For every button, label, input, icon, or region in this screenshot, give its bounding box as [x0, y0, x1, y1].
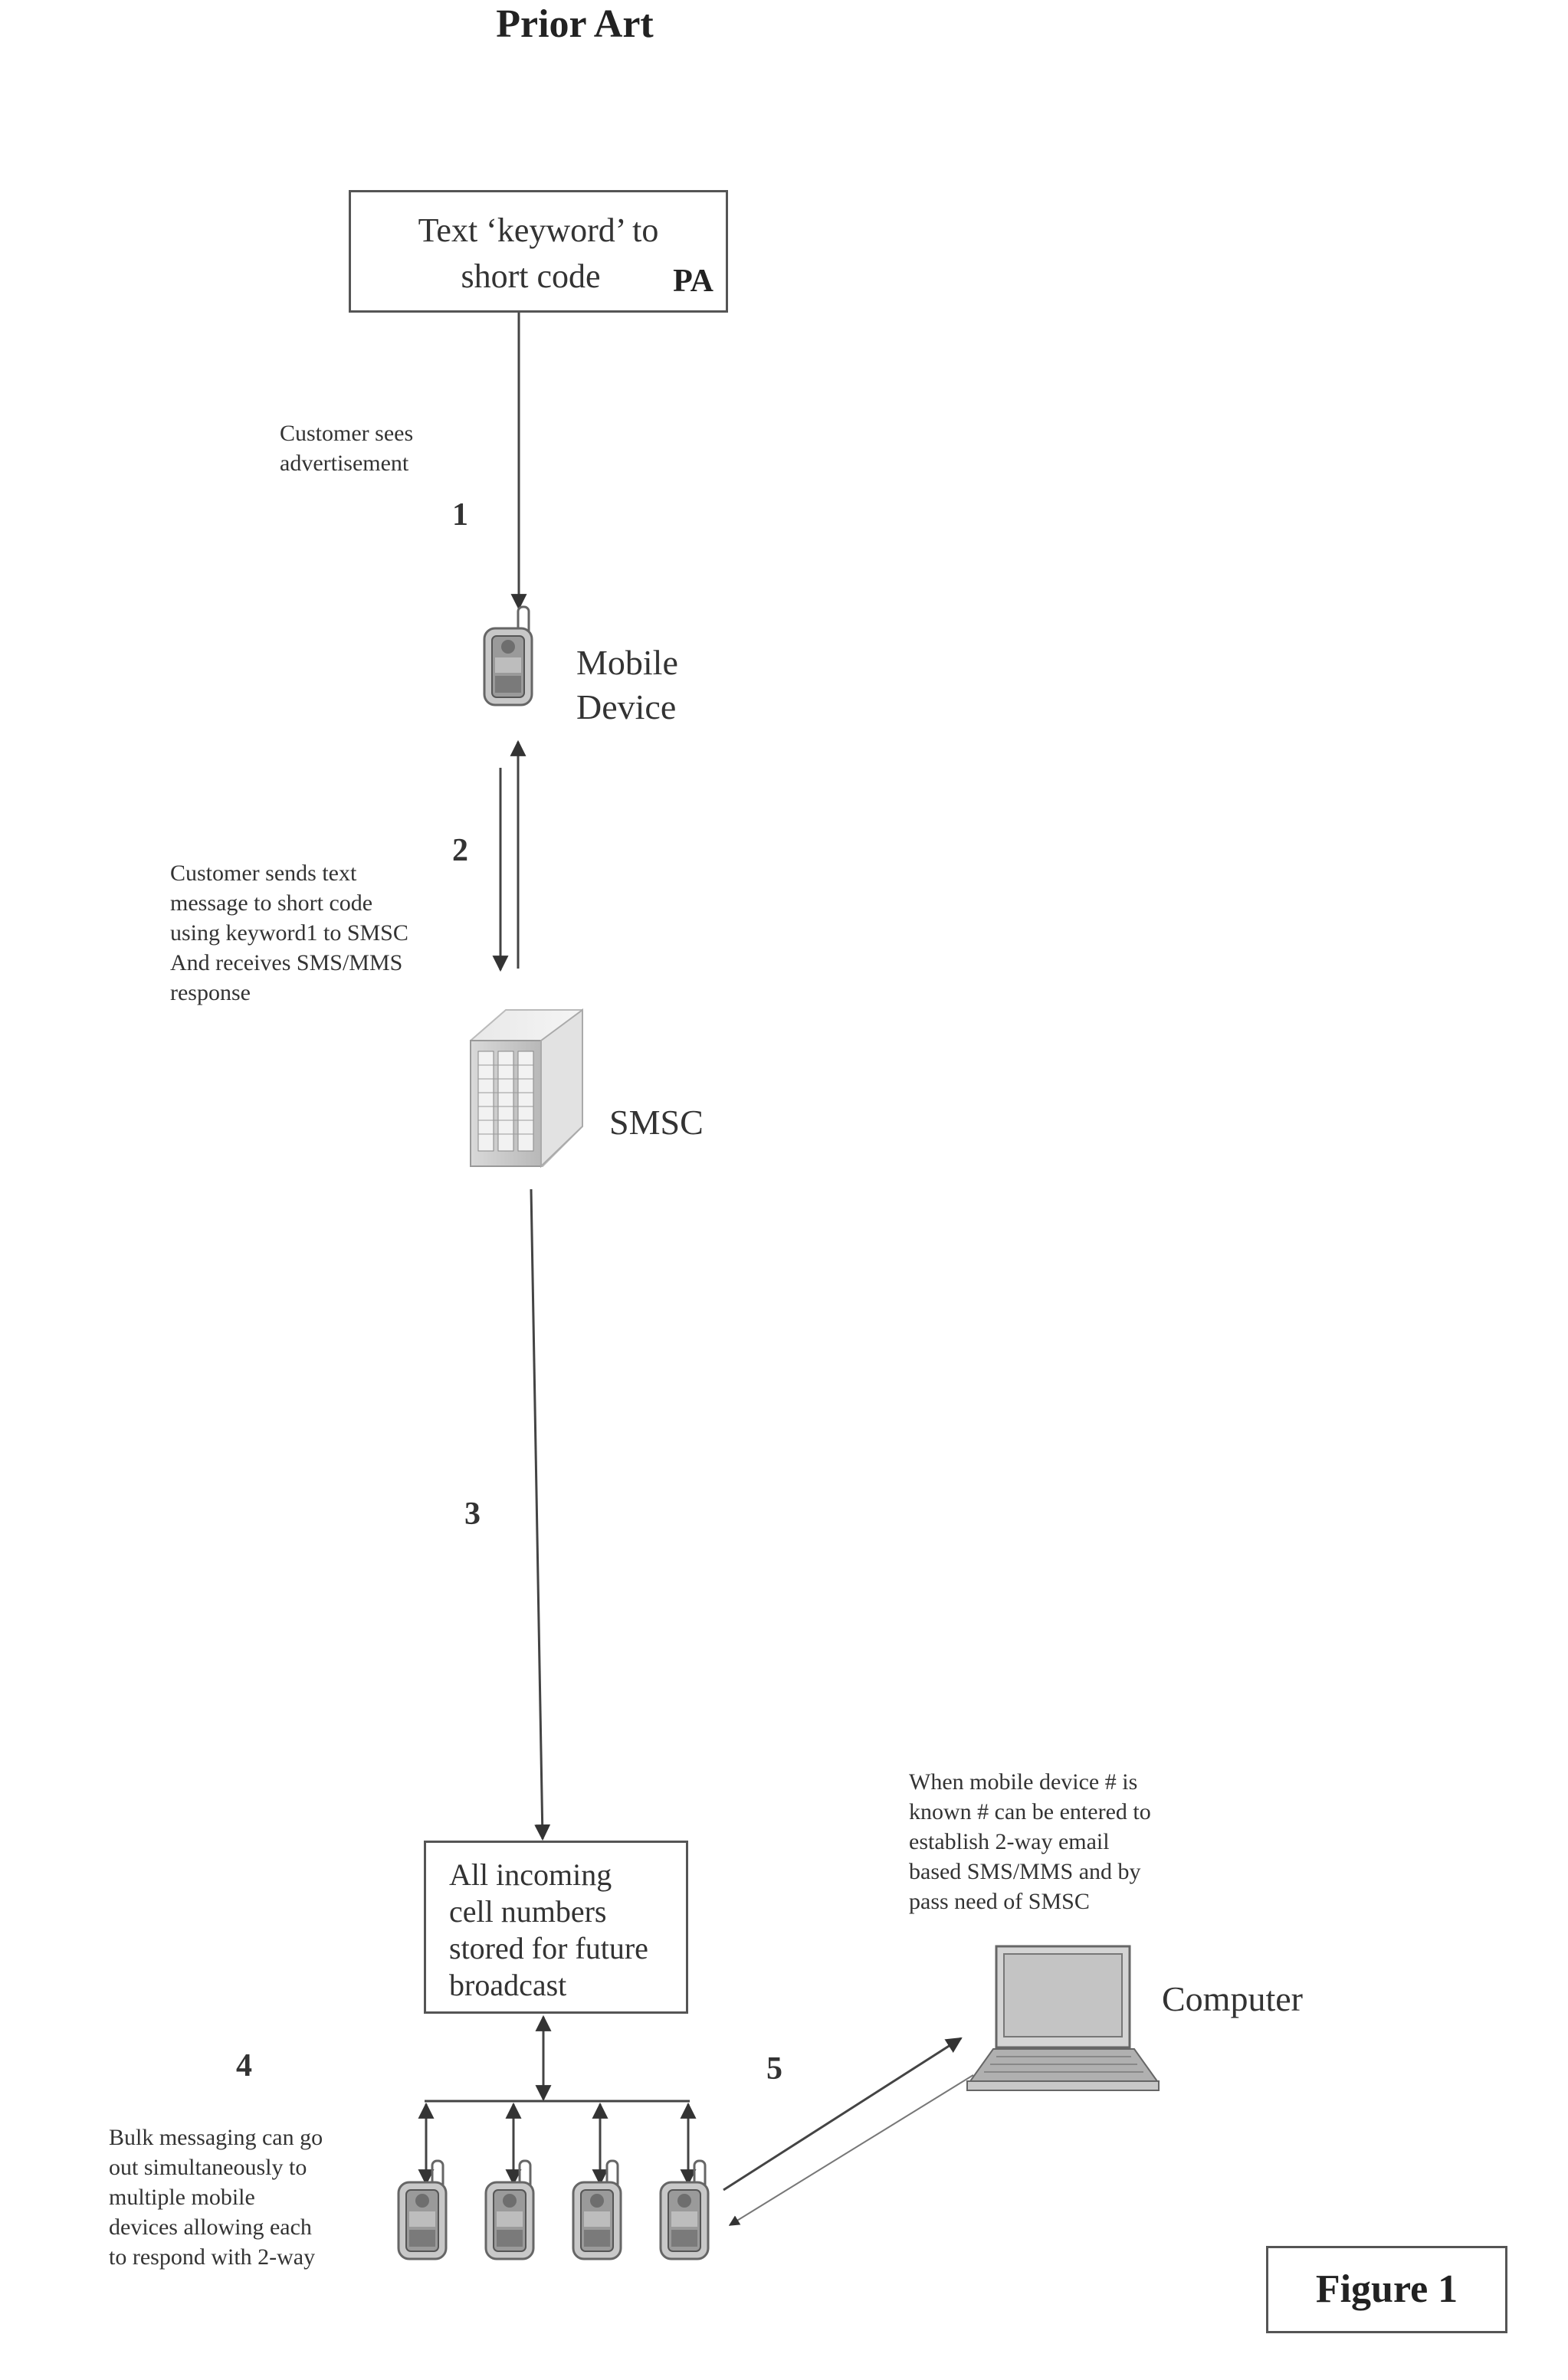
mobile-device-icon — [483, 605, 533, 706]
arrow-step-3 — [530, 1188, 551, 1841]
smsc-server-icon — [470, 1008, 583, 1169]
bulk-mobile-device-icon — [572, 2159, 622, 2260]
diagram-graphics — [397, 313, 1160, 2260]
bulk-mobile-device-icon — [397, 2159, 448, 2260]
computer-laptop-icon — [966, 1945, 1160, 2091]
bulk-mobile-device-icon — [659, 2159, 710, 2260]
arrow-step-5-to-computer — [723, 2037, 963, 2192]
arrow-step-5-to-device — [728, 2074, 974, 2226]
bulk-mobile-device-icon — [484, 2159, 535, 2260]
